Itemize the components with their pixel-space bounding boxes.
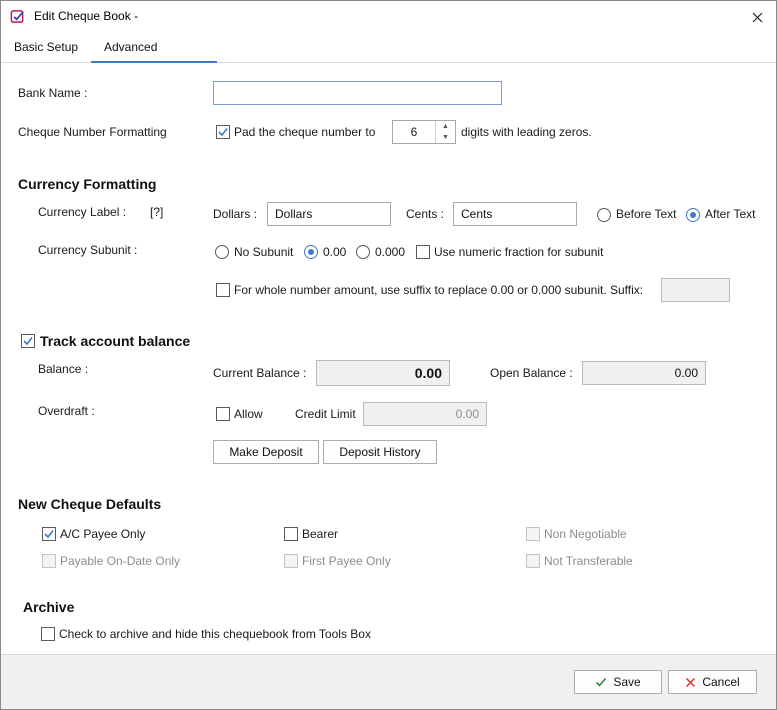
allow-overdraft-checkbox[interactable] bbox=[216, 407, 230, 421]
check-icon bbox=[44, 530, 54, 539]
archive-checkbox[interactable] bbox=[41, 627, 55, 641]
not-transferable-checkbox bbox=[526, 554, 540, 568]
ac-payee-only-checkbox[interactable] bbox=[42, 527, 56, 541]
open-balance-input[interactable] bbox=[582, 361, 706, 385]
title-bar: Edit Cheque Book - bbox=[1, 1, 776, 33]
cents-input[interactable] bbox=[453, 202, 577, 226]
dialog-window: Edit Cheque Book - Basic Setup Advanced … bbox=[0, 0, 777, 710]
app-icon bbox=[10, 10, 24, 23]
suffix-input[interactable] bbox=[661, 278, 730, 302]
no-subunit-radio[interactable] bbox=[215, 245, 229, 259]
pad-cheque-number-label: Pad the cheque number to bbox=[234, 125, 376, 139]
numeric-fraction-checkbox[interactable] bbox=[416, 245, 430, 259]
allow-overdraft-label: Allow bbox=[234, 407, 263, 421]
currency-formatting-heading: Currency Formatting bbox=[18, 176, 157, 192]
current-balance-value bbox=[316, 360, 450, 386]
non-negotiable-label: Non Negotiable bbox=[544, 527, 627, 541]
after-text-radio[interactable] bbox=[686, 208, 700, 222]
chevron-down-icon[interactable]: ▼ bbox=[436, 132, 455, 143]
new-cheque-defaults-heading: New Cheque Defaults bbox=[18, 496, 162, 512]
bearer-label: Bearer bbox=[302, 527, 339, 541]
currency-subunit-label: Currency Subunit : bbox=[38, 243, 138, 257]
advanced-settings-panel: Bank Name : Cheque Number Formatting Pad… bbox=[1, 63, 776, 655]
save-button-label: Save bbox=[613, 675, 641, 689]
pad-cheque-number-checkbox[interactable] bbox=[216, 125, 230, 139]
currency-label-label: Currency Label : bbox=[38, 205, 127, 219]
check-icon bbox=[218, 128, 228, 137]
subunit-3dp-radio[interactable] bbox=[356, 245, 370, 259]
digits-stepper[interactable]: 6 ▲ ▼ bbox=[392, 120, 456, 144]
first-payee-only-label: First Payee Only bbox=[302, 554, 391, 568]
numeric-fraction-label: Use numeric fraction for subunit bbox=[434, 245, 604, 259]
dollars-input[interactable] bbox=[267, 202, 391, 226]
bearer-checkbox[interactable] bbox=[284, 527, 298, 541]
tab-bar: Basic Setup Advanced Settings bbox=[1, 33, 776, 82]
cheque-number-formatting-label: Cheque Number Formatting bbox=[18, 125, 167, 139]
digits-suffix-label: digits with leading zeros. bbox=[461, 125, 592, 139]
deposit-history-button[interactable]: Deposit History bbox=[323, 440, 437, 464]
credit-limit-input bbox=[363, 402, 487, 426]
cents-label: Cents : bbox=[406, 207, 445, 221]
check-icon bbox=[596, 677, 607, 687]
payable-on-date-checkbox bbox=[42, 554, 56, 568]
track-balance-heading: Track account balance bbox=[40, 333, 191, 349]
dollars-label: Dollars : bbox=[213, 207, 258, 221]
track-balance-checkbox[interactable] bbox=[21, 334, 35, 348]
balance-label: Balance : bbox=[38, 362, 89, 376]
first-payee-only-checkbox bbox=[284, 554, 298, 568]
cancel-button[interactable]: Cancel bbox=[668, 670, 757, 694]
overdraft-label: Overdraft : bbox=[38, 404, 95, 418]
tab-basic-setup[interactable]: Basic Setup bbox=[1, 33, 91, 63]
not-transferable-label: Not Transferable bbox=[544, 554, 633, 568]
cancel-button-label: Cancel bbox=[702, 675, 740, 689]
whole-number-suffix-checkbox[interactable] bbox=[216, 283, 230, 297]
currency-label-help[interactable]: [?] bbox=[150, 205, 163, 219]
check-icon bbox=[23, 337, 33, 346]
subunit-2dp-radio[interactable] bbox=[304, 245, 318, 259]
dialog-footer: Save Cancel bbox=[1, 656, 776, 709]
close-button[interactable] bbox=[738, 1, 776, 33]
bank-name-input[interactable] bbox=[213, 81, 502, 105]
tab-advanced-settings[interactable]: Advanced Settings bbox=[91, 33, 217, 82]
before-text-radio[interactable] bbox=[597, 208, 611, 222]
chevron-up-icon[interactable]: ▲ bbox=[436, 121, 455, 132]
archive-label: Check to archive and hide this chequeboo… bbox=[59, 627, 371, 641]
save-button[interactable]: Save bbox=[574, 670, 662, 694]
payable-on-date-label: Payable On-Date Only bbox=[60, 554, 181, 568]
open-balance-label: Open Balance : bbox=[490, 366, 573, 380]
ac-payee-only-label: A/C Payee Only bbox=[60, 527, 146, 541]
non-negotiable-checkbox bbox=[526, 527, 540, 541]
current-balance-label: Current Balance : bbox=[213, 366, 307, 380]
digits-value: 6 bbox=[410, 125, 418, 139]
credit-limit-label: Credit Limit bbox=[295, 407, 356, 421]
archive-heading: Archive bbox=[23, 599, 75, 615]
make-deposit-button[interactable]: Make Deposit bbox=[213, 440, 319, 464]
no-subunit-label: No Subunit bbox=[234, 245, 294, 259]
window-title: Edit Cheque Book - bbox=[34, 9, 139, 23]
bank-name-label: Bank Name : bbox=[18, 86, 88, 100]
subunit-2dp-label: 0.00 bbox=[323, 245, 347, 259]
whole-number-suffix-label: For whole number amount, use suffix to r… bbox=[234, 283, 644, 297]
after-text-label: After Text bbox=[705, 207, 756, 221]
subunit-3dp-label: 0.000 bbox=[375, 245, 406, 259]
digits-stepper-buttons[interactable]: ▲ ▼ bbox=[435, 121, 455, 143]
before-text-label: Before Text bbox=[616, 207, 677, 221]
close-icon bbox=[752, 12, 762, 22]
close-icon bbox=[686, 677, 696, 687]
